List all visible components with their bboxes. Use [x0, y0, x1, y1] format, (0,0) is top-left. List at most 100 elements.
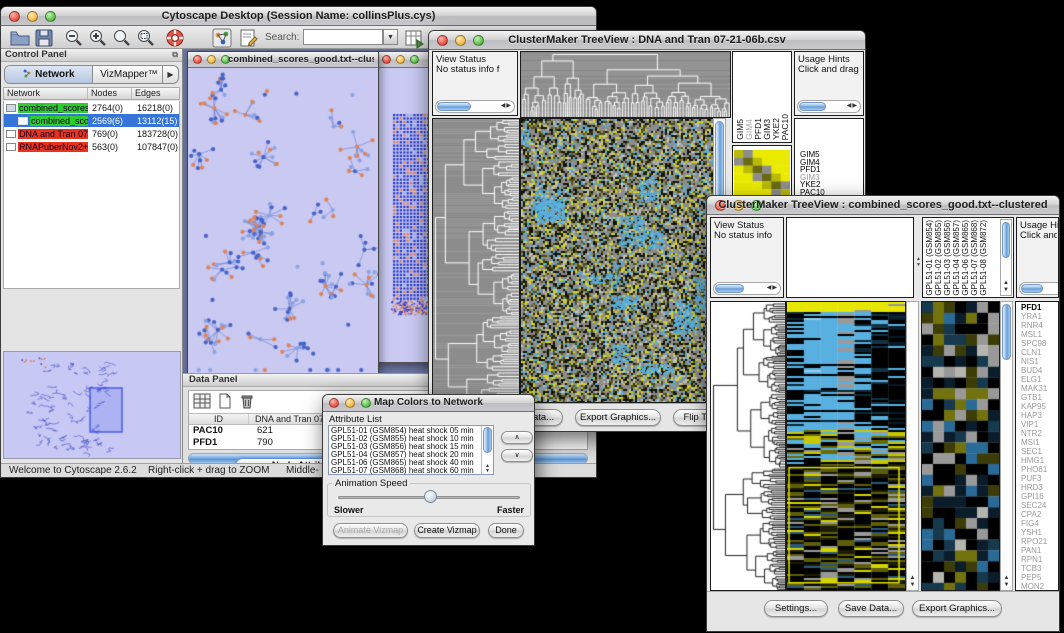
- network-row[interactable]: RNAPuberNov2+563(0)107847(0): [4, 140, 179, 153]
- network-row[interactable]: combined_sco2569(6)13112(15): [4, 114, 179, 127]
- tv2-settings-button[interactable]: Settings...: [764, 600, 828, 617]
- animate-vizmap-button[interactable]: Animate Vizmap: [333, 523, 408, 538]
- float-panel-icon[interactable]: ⧉: [172, 50, 178, 60]
- tv2-heatmap-vscrollbar[interactable]: ▲▼: [906, 301, 919, 591]
- tv2-column-dendrogram-area[interactable]: [786, 217, 914, 298]
- col-edges[interactable]: Edges: [132, 88, 179, 99]
- gene-label[interactable]: ELG1: [1019, 375, 1047, 384]
- column-label[interactable]: PAC10: [781, 114, 790, 140]
- save-icon[interactable]: [33, 27, 55, 49]
- minimize-icon[interactable]: [207, 55, 216, 64]
- gene-label[interactable]: MSL1: [1019, 330, 1047, 339]
- gene-label[interactable]: NIS1: [1019, 357, 1047, 366]
- tv2-save-data-button[interactable]: Save Data...: [838, 600, 904, 617]
- column-label[interactable]: GPL51-02 (GSM855): [934, 220, 943, 296]
- gene-label[interactable]: YSH1: [1019, 528, 1047, 537]
- column-label[interactable]: GPL51-06 (GSM865): [961, 220, 970, 296]
- network-row[interactable]: DNA and Tran 07769(0)183728(0): [4, 127, 179, 140]
- speed-slider-thumb[interactable]: [424, 490, 437, 503]
- gene-label[interactable]: RPO21: [1019, 537, 1047, 546]
- tv2-status-scrollbar[interactable]: ◀▶: [713, 282, 781, 295]
- minimize-icon[interactable]: [396, 55, 405, 64]
- gene-label[interactable]: GTB1: [1019, 393, 1047, 402]
- gene-label[interactable]: SEC24: [1019, 501, 1047, 510]
- gene-label[interactable]: MON2: [1019, 582, 1047, 591]
- column-label[interactable]: GPL51-08 (GSM872): [979, 220, 988, 296]
- tv1-status-scrollbar[interactable]: ◀▶: [435, 100, 515, 113]
- attribute-item[interactable]: GPL51-07 (GSM868) heat shock 60 min: [331, 467, 479, 475]
- gene-label[interactable]: VIP1: [1019, 420, 1047, 429]
- gene-label[interactable]: RPN1: [1019, 555, 1047, 564]
- zoom-out-icon[interactable]: [63, 27, 85, 49]
- tv1-titlebar[interactable]: ClusterMaker TreeView : DNA and Tran 07-…: [429, 31, 865, 50]
- attribute-list[interactable]: GPL51-01 (GSM854) heat shock 05 minGPL51…: [328, 425, 494, 475]
- gene-label[interactable]: HMG1: [1019, 456, 1047, 465]
- tv1-column-dendrogram[interactable]: [520, 51, 731, 118]
- new-attribute-icon[interactable]: [217, 393, 233, 409]
- close-icon[interactable]: [382, 55, 391, 64]
- help-lifebuoy-icon[interactable]: [164, 27, 186, 49]
- import-table-icon[interactable]: [403, 27, 425, 49]
- tv1-heatmap[interactable]: [520, 118, 714, 403]
- gene-label[interactable]: CLN1: [1019, 348, 1047, 357]
- gene-label[interactable]: CPA2: [1019, 510, 1047, 519]
- attribute-list-scrollbar[interactable]: ▲▼: [481, 426, 493, 474]
- tv1-row-dendrogram[interactable]: [432, 118, 520, 403]
- create-vizmap-button[interactable]: Create Vizmap: [414, 523, 480, 538]
- zoom-icon[interactable]: [410, 55, 419, 64]
- gene-label[interactable]: SEC1: [1019, 447, 1047, 456]
- done-button[interactable]: Done: [488, 523, 524, 538]
- tab-vizmapper[interactable]: VizMapper™: [93, 66, 165, 83]
- tv2-labels-vscrollbar[interactable]: ▲▼: [1000, 219, 1012, 296]
- open-folder-icon[interactable]: [9, 27, 31, 49]
- gene-label[interactable]: RNR4: [1019, 321, 1047, 330]
- column-label[interactable]: GPL51-07 (GSM868): [970, 220, 979, 296]
- gene-label[interactable]: PEP5: [1019, 573, 1047, 582]
- gene-label[interactable]: PHO81: [1019, 465, 1047, 474]
- tv1-gene-list[interactable]: GIM5GIM4PFD1GIM3YKE2PAC10: [796, 151, 825, 196]
- close-icon[interactable]: [193, 55, 202, 64]
- attribute-items[interactable]: GPL51-01 (GSM854) heat shock 05 minGPL51…: [331, 427, 479, 475]
- gene-label[interactable]: HRD3: [1019, 483, 1047, 492]
- zoom-selected-icon[interactable]: [135, 27, 157, 49]
- tv2-hints-scrollbar[interactable]: [1019, 282, 1059, 295]
- gene-label[interactable]: BUD4: [1019, 366, 1047, 375]
- tv2-heatmap[interactable]: [786, 301, 906, 591]
- gene-label[interactable]: GPI16: [1019, 492, 1047, 501]
- gene-label[interactable]: TCB3: [1019, 564, 1047, 573]
- tv1-hints-scrollbar[interactable]: ◀▶: [797, 100, 861, 113]
- tv2-zoom-heatmap[interactable]: [921, 301, 1000, 591]
- tv2-export-graphics-button[interactable]: Export Graphics...: [912, 600, 1002, 617]
- annotation-icon[interactable]: [237, 27, 259, 49]
- col-nodes[interactable]: Nodes: [88, 88, 132, 99]
- tv2-titlebar[interactable]: ClusterMaker TreeView : combined_scores_…: [707, 196, 1059, 215]
- dialog-titlebar[interactable]: Map Colors to Network: [323, 395, 534, 412]
- tv2-zoom-vscrollbar[interactable]: ▲▼: [1000, 301, 1013, 591]
- delete-attribute-icon[interactable]: [239, 393, 255, 409]
- column-label[interactable]: GPL51-04 (GSM857): [952, 220, 961, 296]
- gene-label[interactable]: PUF3: [1019, 474, 1047, 483]
- gene-label[interactable]: SPC98: [1019, 339, 1047, 348]
- tab-overflow-icon[interactable]: ▶: [162, 66, 178, 83]
- network-overview-icon[interactable]: [211, 27, 233, 49]
- move-down-button[interactable]: ∨: [501, 449, 533, 462]
- gene-label[interactable]: MSI1: [1019, 438, 1047, 447]
- tv1-export-graphics-button[interactable]: Export Graphics...: [575, 409, 661, 426]
- gene-label[interactable]: YRA1: [1019, 312, 1047, 321]
- gene-label[interactable]: FIG4: [1019, 519, 1047, 528]
- tv2-gene-list[interactable]: PFD1YRA1RNR4MSL1SPC98CLN1NIS1BUD4ELG1MAK…: [1017, 303, 1047, 591]
- attribute-table-icon[interactable]: [193, 393, 211, 409]
- tv2-label-arrows[interactable]: ▲▼: [915, 256, 922, 268]
- col-network[interactable]: Network: [4, 88, 88, 99]
- network-row[interactable]: combined_scores2764(0)16218(0): [4, 101, 179, 114]
- gene-label[interactable]: PFD1: [1019, 303, 1047, 312]
- gene-label[interactable]: PAN1: [1019, 546, 1047, 555]
- birdseye-navigator[interactable]: [3, 351, 181, 459]
- tab-network[interactable]: Network: [5, 66, 93, 83]
- zoom-in-icon[interactable]: [87, 27, 109, 49]
- move-up-button[interactable]: ∧: [501, 431, 533, 444]
- zoom-fit-icon[interactable]: [111, 27, 133, 49]
- network1-view[interactable]: [188, 68, 378, 374]
- main-titlebar[interactable]: Cytoscape Desktop (Session Name: collins…: [1, 7, 596, 26]
- gene-label[interactable]: MAK31: [1019, 384, 1047, 393]
